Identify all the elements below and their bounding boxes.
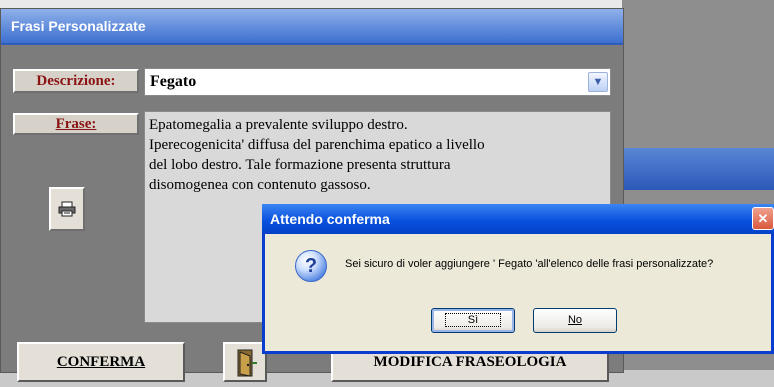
descrizione-value: Fegato <box>150 73 197 90</box>
close-icon[interactable]: ✕ <box>752 207 774 230</box>
yes-button[interactable]: Sì <box>431 308 515 333</box>
dialog-message: Sei sicuro di voler aggiungere ' Fegato … <box>345 258 714 270</box>
print-button[interactable] <box>49 187 85 231</box>
background-window-titlebar <box>622 148 774 190</box>
dialog-titlebar: Attendo conferma ✕ <box>262 204 774 234</box>
exit-door-icon <box>237 349 257 377</box>
no-button[interactable]: No <box>533 308 617 333</box>
frase-label: Frase: <box>13 113 139 135</box>
dropdown-arrow-icon[interactable]: ▼ <box>588 72 608 92</box>
printer-icon <box>58 201 76 217</box>
conferma-button[interactable]: CONFERMA <box>17 342 185 382</box>
exit-button[interactable] <box>223 342 267 382</box>
window-title: Frasi Personalizzate <box>1 9 623 45</box>
descrizione-label: Descrizione: <box>13 69 139 93</box>
descrizione-combobox[interactable]: Fegato ▼ <box>144 68 611 96</box>
question-icon: ? <box>295 250 327 282</box>
dialog-title: Attendo conferma <box>270 211 390 227</box>
confirm-dialog: Attendo conferma ✕ ? Sei sicuro di voler… <box>262 204 774 354</box>
